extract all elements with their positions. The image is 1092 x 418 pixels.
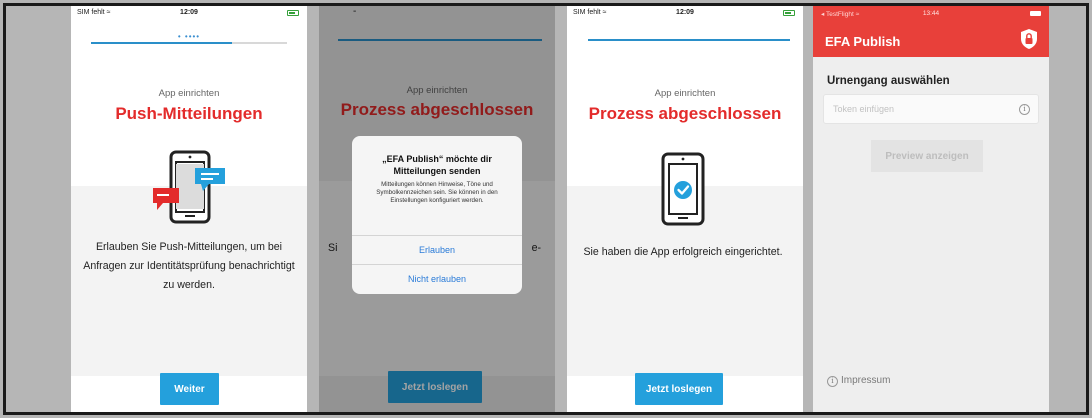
alert-title: „EFA Publish“ möchte dir Mitteilungen se… bbox=[382, 154, 492, 176]
progress-fill bbox=[91, 42, 233, 44]
allow-button[interactable]: Erlauben bbox=[352, 235, 522, 264]
page-title: Push-Mitteilungen bbox=[115, 104, 263, 123]
body-text: Erlauben Sie Push-Mitteilungen, um bei A… bbox=[83, 241, 295, 291]
app-title: EFA Publish bbox=[825, 34, 901, 49]
status-bar: SIM fehlt ≈ 12:09 bbox=[71, 6, 307, 20]
efa-publish-home-screen: ◂ TestFlight ≈ 13:44 EFA Publish Urnenga… bbox=[813, 6, 1049, 412]
status-time: 13:44 bbox=[922, 10, 940, 17]
token-placeholder: Token einfügen bbox=[833, 104, 895, 114]
deny-button[interactable]: Nicht erlauben bbox=[352, 264, 522, 293]
battery-icon bbox=[287, 10, 299, 16]
page-title: Prozess abgeschlossen bbox=[588, 104, 782, 123]
impressum-info-icon: i bbox=[827, 376, 838, 387]
notification-permission-alert: „EFA Publish“ möchte dir Mitteilungen se… bbox=[352, 136, 522, 294]
alert-message: Mitteilungen können Hinweise, Töne und S… bbox=[376, 181, 498, 204]
phone-checkmark-icon bbox=[661, 152, 705, 226]
push-notification-screen: SIM fehlt ≈ 12:09 • •••• App einrichten … bbox=[71, 6, 307, 412]
lock-icon[interactable] bbox=[1019, 28, 1039, 50]
setup-complete-screen: SIM fehlt ≈ 12:09 App einrichten Prozess… bbox=[567, 6, 803, 412]
battery-icon bbox=[783, 10, 795, 16]
status-time: 12:09 bbox=[180, 9, 198, 16]
info-icon[interactable]: i bbox=[1019, 104, 1030, 115]
status-time: 12:09 bbox=[676, 9, 694, 16]
weiter-button[interactable]: Weiter bbox=[160, 373, 219, 405]
screenshot-frame: SIM fehlt ≈ 12:09 • •••• App einrichten … bbox=[3, 3, 1089, 415]
token-input[interactable]: Token einfügen i bbox=[823, 94, 1039, 124]
jetzt-loslegen-button[interactable]: Jetzt loslegen bbox=[635, 373, 723, 405]
permission-alert-screen: - App einrichten Prozess abgeschlossen S… bbox=[319, 6, 555, 412]
page-dots: • •••• bbox=[177, 32, 201, 41]
impressum-link[interactable]: Impressum bbox=[841, 375, 890, 386]
preview-button[interactable]: Preview anzeigen bbox=[871, 140, 983, 172]
section-eyebrow: App einrichten bbox=[158, 88, 220, 99]
setup-progress-bar bbox=[588, 39, 790, 41]
setup-progress-bar bbox=[91, 42, 287, 44]
body-text: Sie haben die App erfolgreich eingericht… bbox=[583, 246, 783, 258]
section-eyebrow: App einrichten bbox=[654, 88, 716, 99]
progress-fill bbox=[588, 39, 790, 41]
section-title: Urnengang auswählen bbox=[827, 75, 950, 87]
phone-with-chat-bubbles-icon bbox=[153, 150, 225, 224]
app-header: ◂ TestFlight ≈ 13:44 EFA Publish bbox=[813, 6, 1049, 57]
status-bar: SIM fehlt ≈ 12:09 bbox=[567, 6, 803, 20]
battery-icon bbox=[1030, 11, 1041, 16]
